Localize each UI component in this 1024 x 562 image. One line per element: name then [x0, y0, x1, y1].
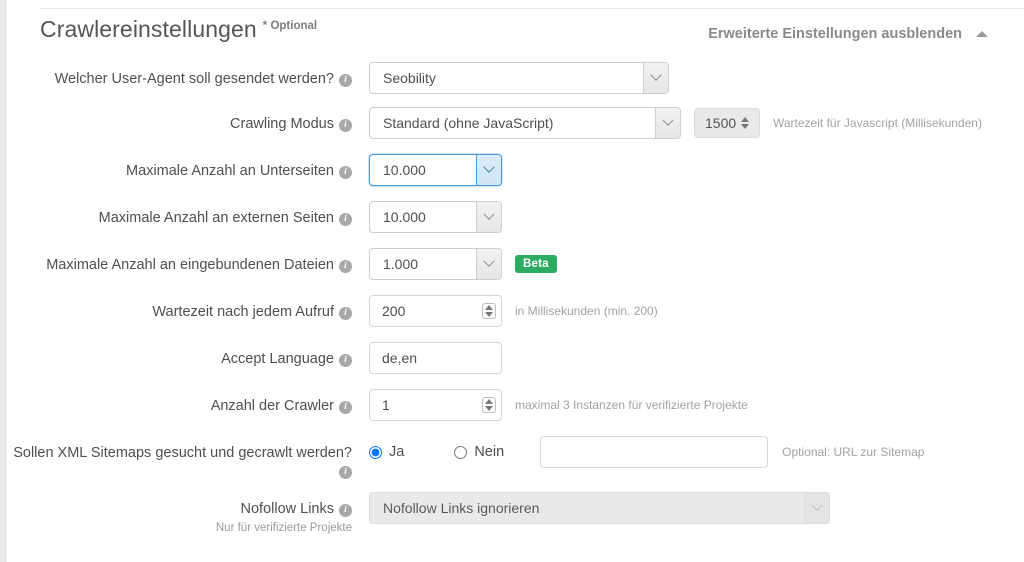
spinner-icon[interactable] [481, 397, 496, 413]
info-icon[interactable]: i [339, 260, 352, 273]
row-accept-language: Accept Language i [7, 342, 1024, 389]
user-agent-select[interactable]: Seobility [369, 62, 669, 94]
row-nofollow-links: Nofollow Links i Nur für verifizierte Pro… [7, 492, 1024, 539]
chevron-down-icon[interactable] [476, 249, 501, 279]
label-user-agent-text: Welcher User-Agent soll gesendet werden? [54, 71, 334, 87]
caret-up-icon [976, 31, 988, 37]
toggle-advanced-settings-button[interactable]: Erweiterte Einstellungen ausblenden [708, 26, 988, 42]
sitemap-radio-yes-label: Ja [389, 444, 405, 460]
crawler-count-hint: maximal 3 Instanzen für verifizierte Pro… [515, 398, 748, 412]
crawler-settings-card: Crawlereinstellungen * Optional Erweiter… [0, 0, 1024, 562]
max-subpages-select[interactable]: 10.000 [369, 154, 502, 186]
row-crawling-mode: Crawling Modus i Standard (ohne JavaScrip… [7, 107, 1024, 154]
accept-language-input[interactable] [369, 342, 502, 374]
toggle-advanced-label: Erweiterte Einstellungen ausblenden [708, 26, 962, 42]
label-wait-per-call-text: Wartezeit nach jedem Aufruf [152, 304, 334, 320]
crawler-count-stepper[interactable] [369, 389, 502, 421]
label-user-agent: Welcher User-Agent soll gesendet werden?… [7, 62, 352, 88]
label-crawling-mode-text: Crawling Modus [230, 116, 334, 132]
wait-per-call-hint: in Millisekunden (min. 200) [515, 304, 658, 318]
beta-badge: Beta [515, 255, 557, 273]
label-nofollow-links: Nofollow Links i Nur für verifizierte Pro… [7, 492, 352, 536]
label-max-embedded-files: Maximale Anzahl an eingebundenen Dateien… [7, 248, 352, 274]
sitemap-radio-yes[interactable]: Ja [369, 444, 404, 460]
label-xml-sitemaps: Sollen XML Sitemaps gesucht und gecrawlt… [7, 436, 352, 480]
user-agent-value: Seobility [383, 70, 436, 86]
label-crawler-count: Anzahl der Crawler i [7, 389, 352, 415]
row-max-external-pages: Maximale Anzahl an externen Seiten i 10.0… [7, 201, 1024, 248]
chevron-down-icon [804, 493, 829, 523]
max-embedded-files-select[interactable]: 1.000 [369, 248, 502, 280]
nofollow-links-select[interactable]: Nofollow Links ignorieren [369, 492, 830, 524]
sitemap-radio-yes-input[interactable] [369, 445, 382, 459]
crawling-mode-select[interactable]: Standard (ohne JavaScript) [369, 107, 681, 139]
label-accept-language: Accept Language i [7, 342, 352, 368]
info-icon[interactable]: i [339, 504, 352, 517]
nofollow-links-value: Nofollow Links ignorieren [383, 500, 540, 516]
max-subpages-value: 10.000 [383, 162, 426, 178]
info-icon[interactable]: i [339, 74, 352, 87]
row-max-subpages: Maximale Anzahl an Unterseiten i 10.000 [7, 154, 1024, 201]
info-icon[interactable]: i [339, 354, 352, 367]
sitemap-radio-no[interactable]: Nein [454, 444, 504, 460]
optional-flag: * Optional [262, 20, 318, 32]
label-crawling-mode: Crawling Modus i [7, 107, 352, 133]
javascript-wait-value: 1500 [705, 115, 737, 131]
info-icon[interactable]: i [339, 166, 352, 179]
chevron-down-icon[interactable] [476, 202, 501, 232]
info-icon[interactable]: i [339, 466, 352, 480]
chevron-down-icon[interactable] [643, 63, 668, 93]
javascript-wait-input: 1500 [694, 108, 760, 138]
label-max-external-pages-text: Maximale Anzahl an externen Seiten [98, 210, 334, 226]
sitemap-url-hint: Optional: URL zur Sitemap [782, 445, 925, 459]
nofollow-links-sublabel: Nur für verifizierte Projekte [215, 522, 352, 535]
label-max-embedded-files-text: Maximale Anzahl an eingebundenen Dateien [46, 257, 334, 273]
label-crawler-count-text: Anzahl der Crawler [210, 398, 334, 414]
chevron-down-icon[interactable] [476, 155, 501, 185]
info-icon[interactable]: i [339, 119, 352, 132]
page-title-text: Crawlereinstellungen [40, 16, 257, 42]
top-divider [40, 8, 1024, 9]
info-icon[interactable]: i [339, 401, 352, 414]
max-external-pages-select[interactable]: 10.000 [369, 201, 502, 233]
card-header: Crawlereinstellungen * Optional Erweiter… [7, 16, 1024, 60]
info-icon[interactable]: i [339, 307, 352, 320]
wait-per-call-stepper[interactable] [369, 295, 502, 327]
chevron-down-icon[interactable] [655, 108, 680, 138]
max-embedded-files-value: 1.000 [383, 256, 419, 272]
spinner-icon[interactable] [481, 303, 496, 319]
label-max-subpages: Maximale Anzahl an Unterseiten i [7, 154, 352, 180]
label-nofollow-links-text: Nofollow Links [240, 501, 335, 517]
javascript-wait-hint: Wartezeit für Javascript (Millisekunden) [773, 116, 982, 130]
info-icon[interactable]: i [339, 213, 352, 226]
spinner-icon [739, 117, 750, 129]
crawling-mode-value: Standard (ohne JavaScript) [383, 115, 554, 131]
crawler-settings-form: Welcher User-Agent soll gesendet werden?… [7, 62, 1024, 539]
sitemap-url-input[interactable] [540, 436, 769, 468]
row-crawler-count: Anzahl der Crawler i maximal 3 Instanzen … [7, 389, 1024, 436]
row-xml-sitemaps: Sollen XML Sitemaps gesucht und gecrawlt… [7, 436, 1024, 492]
row-max-embedded-files: Maximale Anzahl an eingebundenen Dateien… [7, 248, 1024, 295]
row-user-agent: Welcher User-Agent soll gesendet werden?… [7, 62, 1024, 107]
max-external-pages-value: 10.000 [383, 209, 426, 225]
page-title: Crawlereinstellungen * Optional [40, 16, 317, 43]
sitemap-radio-no-input[interactable] [454, 445, 468, 459]
row-wait-per-call: Wartezeit nach jedem Aufruf i in Millisek… [7, 295, 1024, 342]
label-wait-per-call: Wartezeit nach jedem Aufruf i [7, 295, 352, 321]
label-xml-sitemaps-text: Sollen XML Sitemaps gesucht und gecrawlt… [13, 445, 352, 461]
label-max-external-pages: Maximale Anzahl an externen Seiten i [7, 201, 352, 227]
label-accept-language-text: Accept Language [221, 351, 334, 367]
label-max-subpages-text: Maximale Anzahl an Unterseiten [126, 163, 334, 179]
sitemap-radio-no-label: Nein [474, 444, 505, 460]
